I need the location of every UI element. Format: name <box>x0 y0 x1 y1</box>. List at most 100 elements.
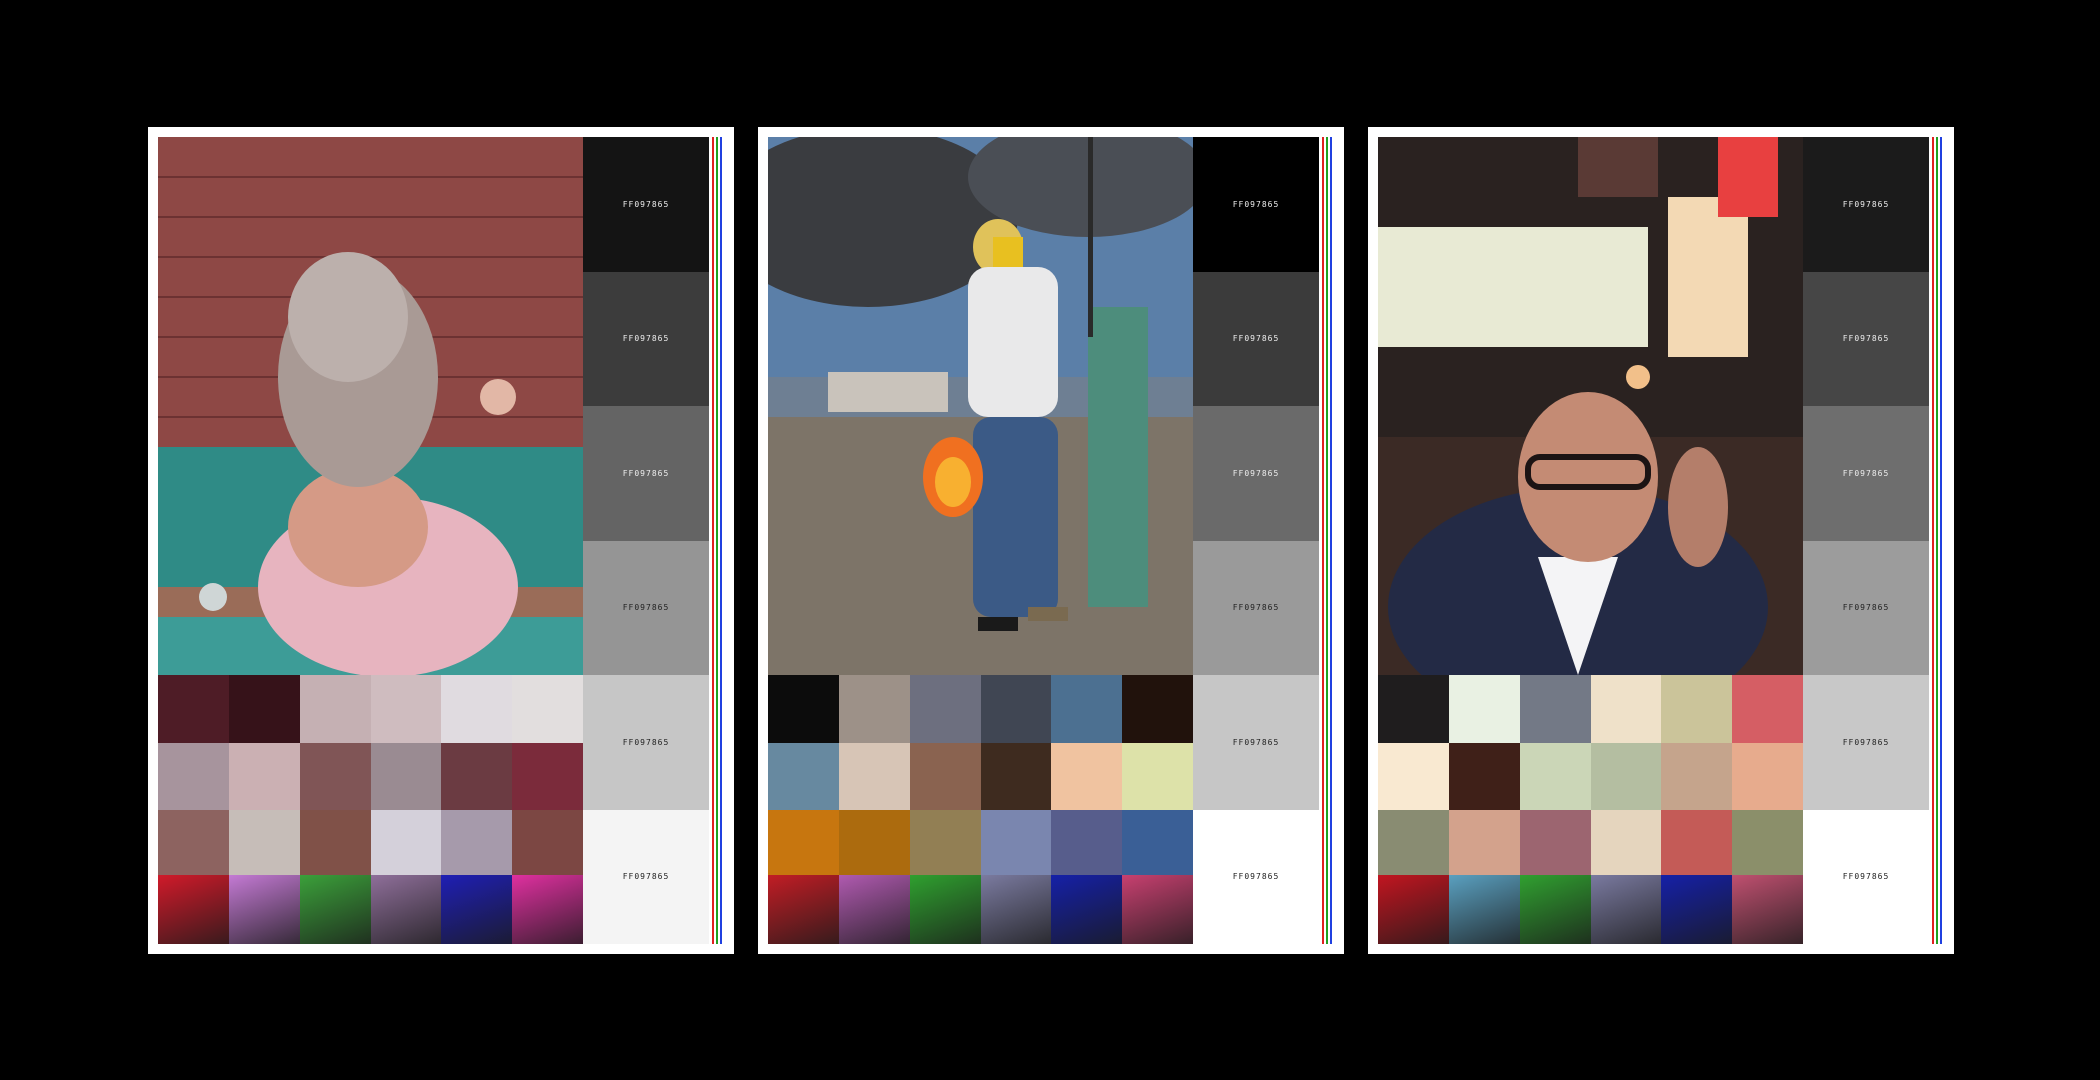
swatch <box>512 742 583 811</box>
gray-swatch: FF097865 <box>583 675 709 810</box>
rgb-stripes <box>712 137 722 944</box>
blue-stripe <box>1330 137 1332 944</box>
grayscale-column: FF097865 FF097865 FF097865 FF097865 FF09… <box>583 137 709 944</box>
photo-woman-diner-image <box>158 137 583 675</box>
thumbnail <box>1448 875 1520 944</box>
swatch <box>1448 810 1520 878</box>
swatch <box>299 742 371 811</box>
gray-swatch: FF097865 <box>1193 271 1319 406</box>
palette-card-3: FF097865 FF097865 FF097865 FF097865 FF09… <box>1368 127 1954 954</box>
gray-swatch: FF097865 <box>1193 675 1319 810</box>
swatch <box>1448 742 1520 811</box>
swatch <box>1122 675 1193 743</box>
gray-swatch: FF097865 <box>1193 137 1319 272</box>
swatch <box>1519 742 1591 811</box>
swatch <box>228 810 300 878</box>
photo-man-glasses <box>1378 137 1803 675</box>
thumbnail <box>768 875 839 944</box>
thumbnail <box>158 875 229 944</box>
rgb-stripes <box>1932 137 1942 944</box>
gray-swatch: FF097865 <box>1803 406 1929 541</box>
gray-swatch: FF097865 <box>1193 406 1319 541</box>
swatch <box>1732 675 1803 743</box>
thumbnail <box>909 875 981 944</box>
photo-man-fire <box>768 137 1193 675</box>
blue-stripe <box>1940 137 1942 944</box>
thumbnail <box>370 875 442 944</box>
rgb-stripes <box>1322 137 1332 944</box>
gray-swatch: FF097865 <box>1803 540 1929 675</box>
palette-card-1: FF097865 FF097865 FF097865 FF097865 FF09… <box>148 127 734 954</box>
swatch <box>1378 742 1449 811</box>
thumbnail <box>1661 875 1733 944</box>
swatch <box>441 742 513 811</box>
swatch <box>228 742 300 811</box>
red-stripe <box>712 137 714 944</box>
swatch <box>1378 810 1449 878</box>
thumbnail <box>1378 875 1449 944</box>
photo-man-glasses-image <box>1378 137 1803 675</box>
swatch <box>1590 810 1662 878</box>
gray-swatch: FF097865 <box>583 271 709 406</box>
swatch <box>980 742 1052 811</box>
color-palette-grid <box>1378 675 1803 878</box>
swatch <box>1661 675 1733 743</box>
swatch <box>370 810 442 878</box>
gray-swatch: FF097865 <box>583 809 709 944</box>
swatch <box>838 675 910 743</box>
swatch <box>1590 742 1662 811</box>
gray-swatch: FF097865 <box>583 406 709 541</box>
swatch <box>1519 675 1591 743</box>
palette-card-2: FF097865 FF097865 FF097865 FF097865 FF09… <box>758 127 1344 954</box>
swatch <box>1661 742 1733 811</box>
green-stripe <box>1326 137 1328 944</box>
swatch <box>768 742 839 811</box>
color-palette-grid <box>768 675 1193 878</box>
swatch <box>1519 810 1591 878</box>
thumbnail <box>1122 875 1193 944</box>
swatch <box>1122 810 1193 878</box>
swatch <box>1378 675 1449 743</box>
grayscale-column: FF097865 FF097865 FF097865 FF097865 FF09… <box>1193 137 1319 944</box>
thumbnail <box>1590 875 1662 944</box>
green-stripe <box>716 137 718 944</box>
gray-swatch: FF097865 <box>1803 809 1929 944</box>
thumbnail <box>838 875 910 944</box>
gray-swatch: FF097865 <box>583 540 709 675</box>
swatch <box>980 675 1052 743</box>
thumbnail <box>299 875 371 944</box>
color-channel-thumbnails <box>1378 875 1803 944</box>
swatch <box>1661 810 1733 878</box>
photo-man-fire-image <box>768 137 1193 675</box>
swatch <box>1448 675 1520 743</box>
swatch <box>441 810 513 878</box>
gray-swatch: FF097865 <box>1193 809 1319 944</box>
thumbnail <box>1519 875 1591 944</box>
swatch <box>838 810 910 878</box>
thumbnail <box>512 875 583 944</box>
swatch <box>158 675 229 743</box>
swatch <box>299 810 371 878</box>
thumbnail <box>980 875 1052 944</box>
swatch <box>370 742 442 811</box>
gray-swatch: FF097865 <box>583 137 709 272</box>
gray-swatch: FF097865 <box>1803 137 1929 272</box>
color-channel-thumbnails <box>768 875 1193 944</box>
swatch <box>768 810 839 878</box>
swatch <box>228 675 300 743</box>
photo-woman-diner <box>158 137 583 675</box>
gray-swatch: FF097865 <box>1803 271 1929 406</box>
color-palette-grid <box>158 675 583 878</box>
swatch <box>909 675 981 743</box>
red-stripe <box>1322 137 1324 944</box>
thumbnail <box>1051 875 1123 944</box>
swatch <box>1590 675 1662 743</box>
swatch <box>512 810 583 878</box>
blue-stripe <box>720 137 722 944</box>
swatch <box>441 675 513 743</box>
swatch <box>512 675 583 743</box>
swatch <box>1122 742 1193 811</box>
gray-swatch: FF097865 <box>1193 540 1319 675</box>
swatch <box>299 675 371 743</box>
swatch <box>1732 810 1803 878</box>
